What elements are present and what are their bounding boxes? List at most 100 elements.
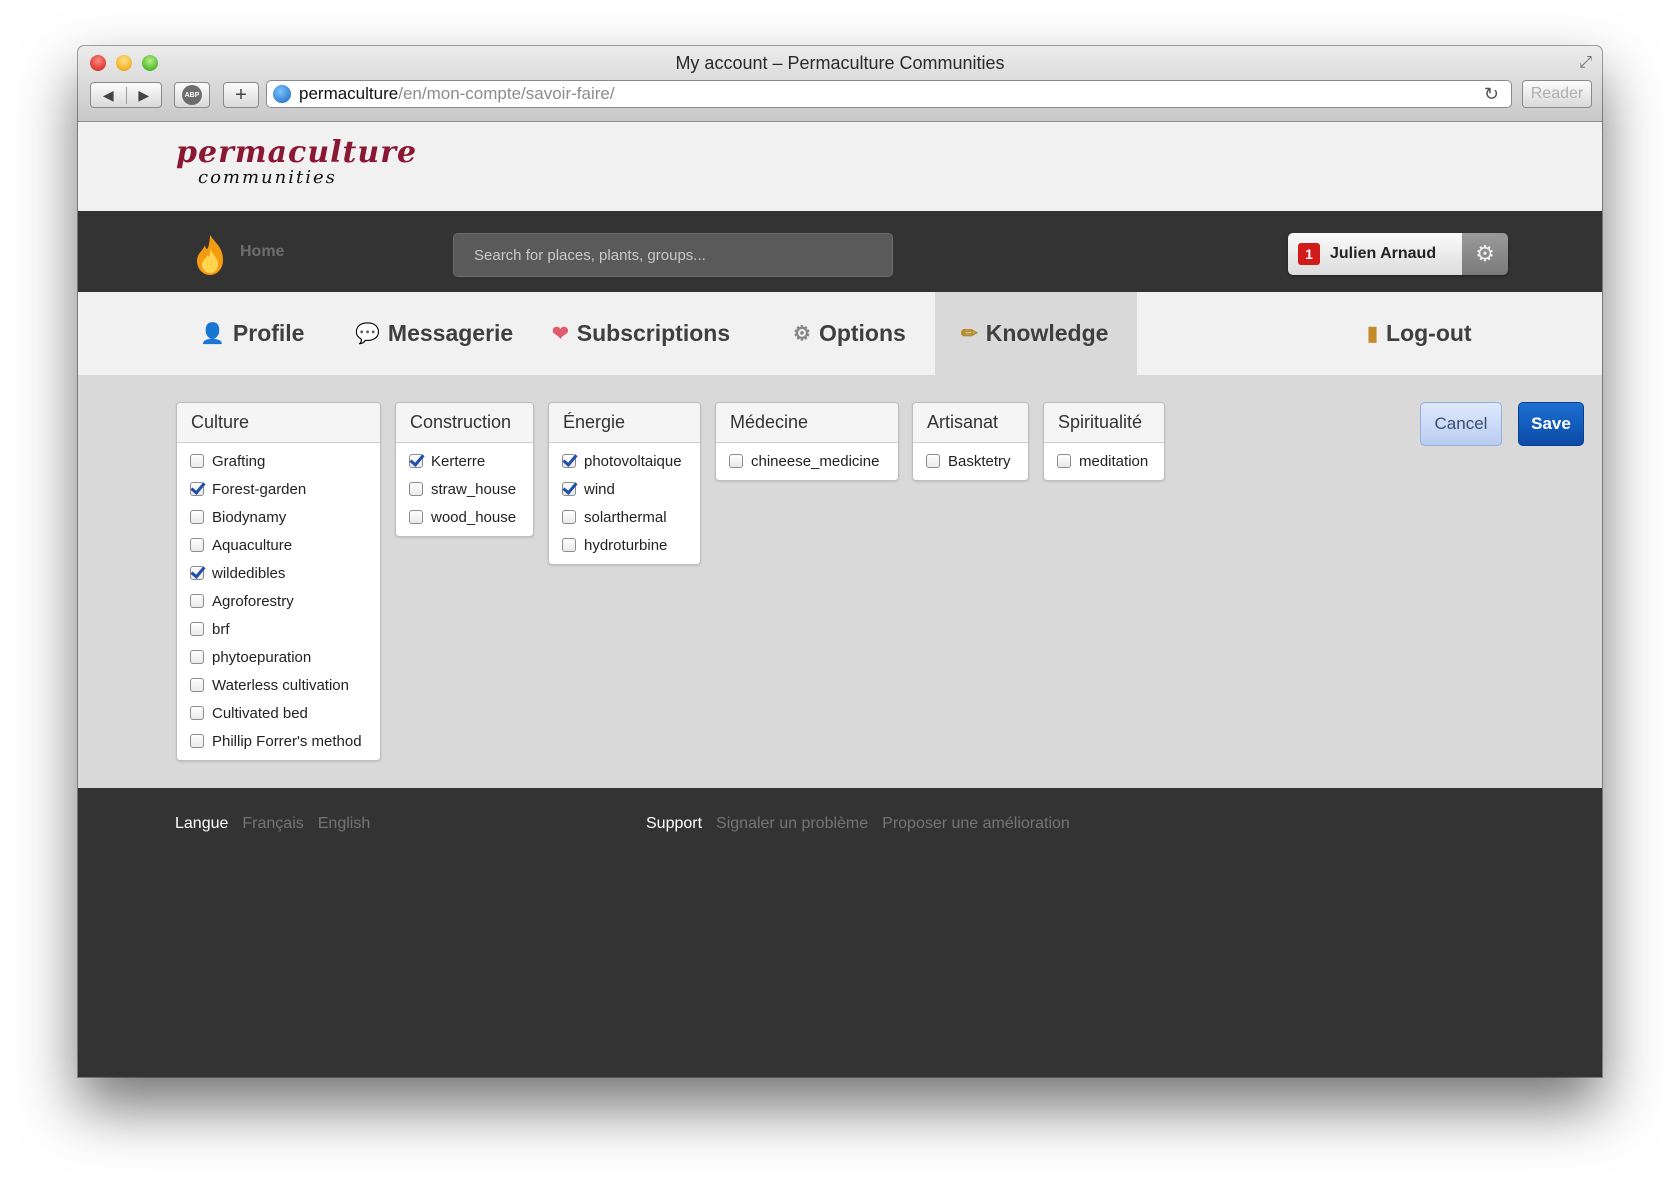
flame-icon[interactable]	[193, 233, 227, 277]
gear-icon: ⚙	[1475, 241, 1495, 266]
save-button[interactable]: Save	[1518, 402, 1584, 446]
skill-list: Basktetry	[913, 443, 1028, 480]
user-button[interactable]: 1 Julien Arnaud	[1288, 233, 1462, 275]
skill-label: Phillip Forrer's method	[212, 732, 362, 750]
skill-label: chineese_medicine	[751, 452, 880, 470]
skill-label: photovoltaique	[584, 452, 682, 470]
skill-label: Kerterre	[431, 452, 486, 470]
skill-item[interactable]: chineese_medicine	[716, 447, 898, 475]
skill-item[interactable]: Basktetry	[913, 447, 1028, 475]
forward-button[interactable]: ▶	[127, 87, 162, 104]
skill-checkbox[interactable]	[190, 566, 204, 580]
skill-item[interactable]: wildedibles	[177, 559, 380, 587]
skill-item[interactable]: hydroturbine	[549, 531, 700, 559]
home-link[interactable]: Home	[240, 243, 284, 261]
browser-window: My account – Permaculture Communities ⤢ …	[78, 46, 1602, 1077]
skill-item[interactable]: wind	[549, 475, 700, 503]
skill-item[interactable]: Grafting	[177, 447, 380, 475]
skill-label: brf	[212, 620, 230, 638]
skill-item[interactable]: brf	[177, 615, 380, 643]
tab-messagerie[interactable]: 💬 Messagerie	[355, 292, 513, 375]
skill-checkbox[interactable]	[190, 678, 204, 692]
lang-french-link[interactable]: Français	[242, 815, 303, 833]
report-problem-link[interactable]: Signaler un problème	[716, 815, 868, 833]
gear-icon: ⚙	[793, 323, 811, 345]
skill-item[interactable]: Biodynamy	[177, 503, 380, 531]
category-title: Énergie	[549, 403, 700, 443]
url-host: permaculture	[299, 84, 399, 103]
skill-checkbox[interactable]	[409, 482, 423, 496]
skill-checkbox[interactable]	[190, 650, 204, 664]
category-medecine: Médecine chineese_medicine	[715, 402, 899, 481]
skill-item[interactable]: Kerterre	[396, 447, 533, 475]
wand-icon: ✏	[961, 323, 978, 345]
category-spiritualite: Spiritualité meditation	[1043, 402, 1165, 481]
skill-item[interactable]: Waterless cultivation	[177, 671, 380, 699]
cancel-button[interactable]: Cancel	[1420, 402, 1502, 446]
category-title: Artisanat	[913, 403, 1028, 443]
site-header: permaculture communities	[78, 122, 1602, 211]
skill-item[interactable]: solarthermal	[549, 503, 700, 531]
reader-button[interactable]: Reader	[1522, 80, 1592, 108]
skill-checkbox[interactable]	[729, 454, 743, 468]
address-bar[interactable]: permaculture/en/mon-compte/savoir-faire/…	[266, 80, 1512, 108]
back-button[interactable]: ◀	[91, 86, 127, 104]
settings-button[interactable]: ⚙	[1462, 233, 1508, 275]
skill-checkbox[interactable]	[409, 454, 423, 468]
skill-checkbox[interactable]	[190, 734, 204, 748]
skill-label: Basktetry	[948, 452, 1011, 470]
suggest-improvement-link[interactable]: Proposer une amélioration	[882, 815, 1070, 833]
skill-item[interactable]: photovoltaique	[549, 447, 700, 475]
skill-item[interactable]: Cultivated bed	[177, 699, 380, 727]
skill-item[interactable]: phytoepuration	[177, 643, 380, 671]
tab-profile[interactable]: 👤 Profile	[200, 292, 304, 375]
skill-list: meditation	[1044, 443, 1164, 480]
skill-label: wood_house	[431, 508, 517, 526]
category-title: Culture	[177, 403, 380, 443]
skill-checkbox[interactable]	[562, 510, 576, 524]
fullscreen-icon[interactable]: ⤢	[1579, 54, 1592, 72]
add-bookmark-button[interactable]: +	[223, 82, 259, 108]
skill-checkbox[interactable]	[190, 594, 204, 608]
site-logo[interactable]: permaculture communities	[176, 138, 416, 198]
category-title: Construction	[396, 403, 533, 443]
reload-icon[interactable]: ↻	[1484, 84, 1499, 105]
skill-item[interactable]: straw_house	[396, 475, 533, 503]
skill-checkbox[interactable]	[190, 706, 204, 720]
tab-subscriptions[interactable]: ❤ Subscriptions	[552, 292, 730, 375]
category-artisanat: Artisanat Basktetry	[912, 402, 1029, 481]
window-title: My account – Permaculture Communities	[675, 53, 1005, 73]
skill-item[interactable]: Agroforestry	[177, 587, 380, 615]
skill-item[interactable]: meditation	[1044, 447, 1164, 475]
lang-english-link[interactable]: English	[318, 815, 370, 833]
skill-item[interactable]: Phillip Forrer's method	[177, 727, 380, 755]
door-icon: ▮	[1367, 323, 1379, 345]
skill-checkbox[interactable]	[562, 482, 576, 496]
site-footer: Langue Français English Support Signaler…	[78, 788, 1602, 1077]
skill-checkbox[interactable]	[190, 482, 204, 496]
tab-options[interactable]: ⚙ Options	[793, 292, 906, 375]
skill-label: wind	[584, 480, 615, 498]
skill-checkbox[interactable]	[190, 454, 204, 468]
skill-label: Forest-garden	[212, 480, 307, 498]
tab-logout[interactable]: ▮ Log-out	[1367, 292, 1472, 375]
support-label: Support	[646, 815, 703, 832]
skill-checkbox[interactable]	[190, 510, 204, 524]
skill-checkbox[interactable]	[562, 454, 576, 468]
skill-label: Agroforestry	[212, 592, 294, 610]
skill-checkbox[interactable]	[562, 538, 576, 552]
notification-badge[interactable]: 1	[1298, 243, 1320, 265]
user-icon: 👤	[200, 323, 225, 345]
skill-item[interactable]: Forest-garden	[177, 475, 380, 503]
search-input[interactable]	[453, 233, 893, 277]
skill-checkbox[interactable]	[190, 622, 204, 636]
skill-checkbox[interactable]	[409, 510, 423, 524]
tab-knowledge[interactable]: ✏ Knowledge	[935, 292, 1137, 375]
skill-item[interactable]: wood_house	[396, 503, 533, 531]
skill-checkbox[interactable]	[1057, 454, 1071, 468]
skill-checkbox[interactable]	[190, 538, 204, 552]
skill-checkbox[interactable]	[926, 454, 940, 468]
tab-label: Profile	[232, 320, 305, 346]
skill-item[interactable]: Aquaculture	[177, 531, 380, 559]
adblock-button[interactable]: ABP	[174, 82, 210, 108]
